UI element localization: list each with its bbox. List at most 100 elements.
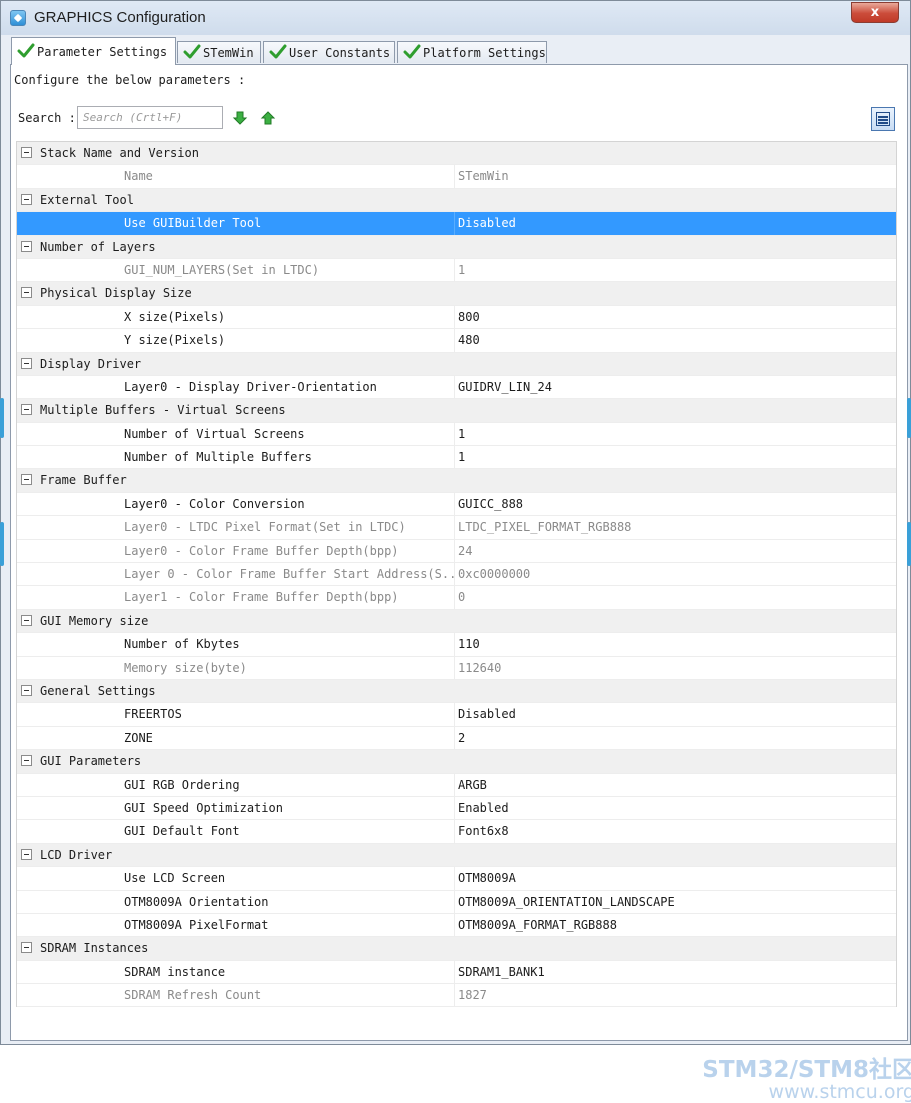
parameter-value[interactable]: Disabled — [458, 216, 516, 230]
group-row[interactable]: Physical Display Size — [17, 282, 896, 306]
group-label: Stack Name and Version — [40, 146, 199, 160]
group-row[interactable]: LCD Driver — [17, 843, 896, 868]
parameter-row[interactable]: Layer0 - Color Conversion GUICC_888 — [17, 492, 896, 517]
group-row[interactable]: Display Driver — [17, 352, 896, 376]
group-label: Multiple Buffers - Virtual Screens — [40, 403, 286, 418]
close-button[interactable]: x — [851, 2, 899, 23]
parameter-row[interactable]: Memory size(byte) 112640 — [17, 656, 896, 680]
parameter-value[interactable]: GUIDRV_LIN_24 — [458, 380, 552, 394]
parameter-row[interactable]: Layer0 - Display Driver-Orientation GUIDR… — [17, 375, 896, 400]
column-divider — [454, 305, 455, 329]
parameter-name: Layer0 - Display Driver-Orientation — [124, 379, 377, 394]
parameter-name: SDRAM instance — [124, 964, 226, 979]
group-row[interactable]: General Settings — [17, 679, 896, 704]
column-divider — [454, 796, 455, 820]
parameter-value[interactable]: 800 — [458, 310, 480, 324]
parameter-row[interactable]: Use GUIBuilder Tool Disabled — [17, 212, 896, 236]
collapse-icon[interactable] — [21, 240, 32, 252]
parameter-value[interactable]: 480 — [458, 333, 480, 347]
column-divider — [454, 422, 455, 446]
collapse-icon[interactable] — [21, 404, 32, 416]
collapse-icon[interactable] — [21, 755, 32, 767]
parameter-value[interactable]: GUICC_888 — [458, 497, 523, 511]
column-divider — [454, 890, 455, 913]
check-icon — [403, 44, 421, 59]
tab-platform-settings[interactable]: Platform Settings — [397, 41, 547, 63]
parameter-value[interactable]: 2 — [458, 731, 465, 745]
parameter-settings-panel: Configure the below parameters : Search … — [10, 64, 911, 1103]
collapse-icon[interactable] — [21, 942, 32, 954]
parameter-row[interactable]: OTM8009A PixelFormat OTM8009A_FORMAT_RGB8… — [17, 913, 896, 938]
collapse-icon[interactable] — [21, 147, 32, 158]
parameter-row[interactable]: GUI Speed Optimization Enabled — [17, 796, 896, 821]
parameter-name: Memory size(byte) — [124, 660, 247, 675]
group-row[interactable]: External Tool — [17, 188, 896, 213]
arrow-down-icon[interactable] — [232, 110, 248, 126]
parameter-value[interactable]: SDRAM1_BANK1 — [458, 965, 545, 979]
collapse-icon[interactable] — [21, 193, 32, 205]
column-divider — [454, 586, 455, 609]
parameter-value[interactable]: 110 — [458, 637, 480, 651]
parameter-value[interactable]: ARGB — [458, 778, 487, 792]
search-input[interactable] — [77, 106, 223, 129]
group-row[interactable]: SDRAM Instances — [17, 937, 896, 961]
collapse-icon[interactable] — [21, 684, 32, 696]
column-divider — [454, 773, 455, 796]
column-divider — [454, 375, 455, 399]
parameter-value[interactable]: OTM8009A_ORIENTATION_LANDSCAPE — [458, 895, 675, 909]
tab-parameter-settings[interactable]: Parameter Settings — [11, 37, 176, 65]
parameter-value[interactable]: OTM8009A_FORMAT_RGB888 — [458, 918, 617, 932]
parameter-row[interactable]: Y size(Pixels) 480 — [17, 329, 896, 353]
parameter-row[interactable]: ZONE 2 — [17, 726, 896, 751]
collapse-icon[interactable] — [21, 848, 32, 860]
collapse-icon[interactable] — [21, 287, 32, 299]
parameter-row[interactable]: Use LCD Screen OTM8009A — [17, 867, 896, 891]
parameter-row[interactable]: FREERTOS Disabled — [17, 703, 896, 727]
parameter-row[interactable]: Layer0 - Color Frame Buffer Depth(bpp) 24 — [17, 539, 896, 564]
tab-user-constants[interactable]: User Constants — [263, 41, 395, 63]
group-row[interactable]: GUI Parameters — [17, 750, 896, 774]
group-row[interactable]: Multiple Buffers - Virtual Screens — [17, 399, 896, 423]
parameter-name: GUI Default Font — [124, 824, 240, 839]
parameter-value[interactable]: 1 — [458, 427, 465, 441]
parameter-row[interactable]: GUI RGB Ordering ARGB — [17, 773, 896, 797]
parameter-row[interactable]: GUI_NUM_LAYERS(Set in LTDC) 1 — [17, 258, 896, 283]
parameter-row[interactable]: Layer 0 - Color Frame Buffer Start Addre… — [17, 563, 896, 587]
parameter-row[interactable]: Layer0 - LTDC Pixel Format(Set in LTDC) L… — [17, 516, 896, 540]
arrow-up-icon[interactable] — [260, 110, 276, 126]
parameter-row[interactable]: Number of Multiple Buffers 1 — [17, 446, 896, 470]
parameter-value[interactable]: Font6x8 — [458, 824, 509, 838]
group-label: SDRAM Instances — [40, 941, 149, 956]
parameter-name: OTM8009A Orientation — [124, 894, 269, 909]
parameter-value[interactable]: 1 — [458, 450, 465, 464]
parameter-name: GUI Speed Optimization — [124, 800, 283, 815]
group-label: Frame Buffer — [40, 473, 127, 488]
app-icon — [10, 10, 26, 26]
parameter-value[interactable]: Enabled — [458, 801, 509, 815]
list-view-icon[interactable] — [871, 107, 895, 131]
parameter-row[interactable]: Layer1 - Color Frame Buffer Depth(bpp) 0 — [17, 586, 896, 610]
parameter-row[interactable]: SDRAM instance SDRAM1_BANK1 — [17, 960, 896, 985]
collapse-icon[interactable] — [21, 357, 32, 369]
column-divider — [454, 984, 455, 1007]
list-view-line — [878, 122, 888, 124]
parameter-row[interactable]: Number of Virtual Screens 1 — [17, 422, 896, 447]
search-label: Search : — [18, 111, 76, 125]
group-row[interactable]: Number of Layers — [17, 235, 896, 259]
parameter-value[interactable]: OTM8009A — [458, 871, 516, 885]
parameter-value[interactable]: Disabled — [458, 707, 516, 721]
parameter-row[interactable]: X size(Pixels) 800 — [17, 305, 896, 330]
parameter-row[interactable]: GUI Default Font Font6x8 — [17, 820, 896, 844]
group-row[interactable]: GUI Memory size — [17, 609, 896, 634]
group-row[interactable]: Stack Name and Version — [17, 142, 896, 166]
group-row[interactable]: Frame Buffer — [17, 469, 896, 493]
parameter-row[interactable]: Name STemWin — [17, 165, 896, 189]
parameter-row[interactable]: OTM8009A Orientation OTM8009A_ORIENTATION… — [17, 890, 896, 914]
tab-stemwin[interactable]: STemWin — [177, 41, 261, 63]
parameter-name: Y size(Pixels) — [124, 333, 226, 348]
collapse-icon[interactable] — [21, 614, 32, 626]
collapse-icon[interactable] — [21, 474, 32, 486]
parameter-row[interactable]: SDRAM Refresh Count 1827 — [17, 984, 896, 1008]
left-edge-marker — [0, 398, 4, 438]
parameter-row[interactable]: Number of Kbytes 110 — [17, 633, 896, 657]
